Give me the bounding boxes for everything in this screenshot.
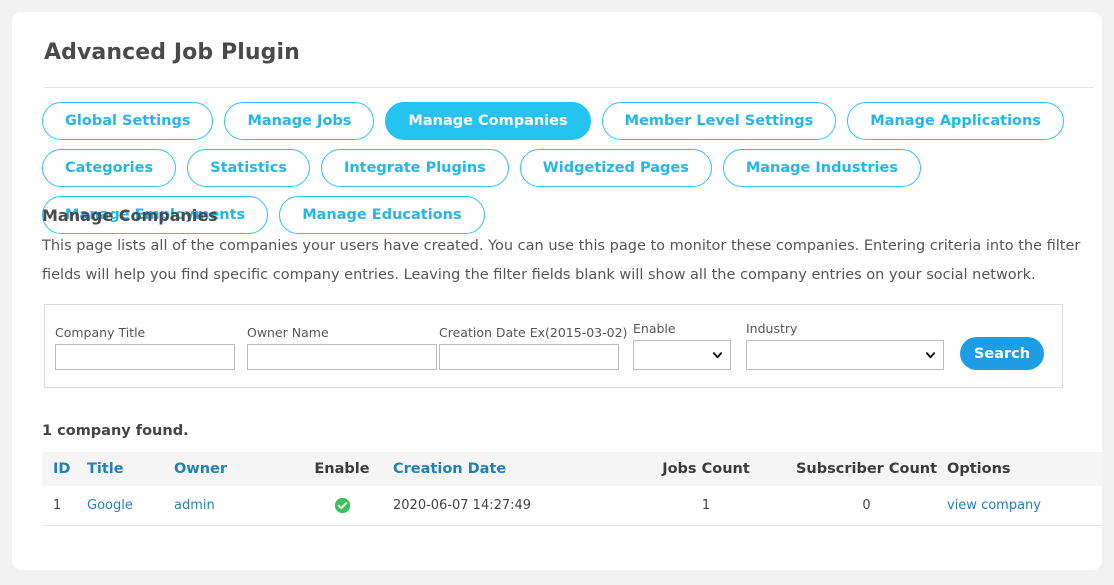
tab-global-settings[interactable]: Global Settings [42,102,214,140]
owner-link[interactable]: admin [174,498,215,513]
subscriber-count-value: 0 [862,498,871,513]
tab-widgetized-pages[interactable]: Widgetized Pages [519,149,712,187]
field-owner-name: Owner Name [247,325,437,370]
field-industry: Industry [746,321,944,370]
page-title: Advanced Job Plugin [44,40,300,65]
companies-table: ID Title Owner Enable Creation Date Jobs Coun… [42,452,1102,526]
search-button[interactable]: Search [960,337,1044,370]
cell-creation-date: 2020-06-07 14:27:49 [393,486,626,526]
results-count: 1 company found. [42,423,189,439]
company-title-link[interactable]: Google [87,498,133,513]
creation-date-input[interactable] [439,344,619,370]
creation-date-value: 2020-06-07 14:27:49 [393,498,532,513]
tab-statistics[interactable]: Statistics [187,149,310,187]
tab-member-level-settings[interactable]: Member Level Settings [601,102,837,140]
tab-categories[interactable]: Categories [42,149,177,187]
filter-panel: Company Title Owner Name Creation Date E… [44,304,1063,388]
enable-label: Enable [633,321,676,336]
industry-label: Industry [746,321,798,336]
table-row: 1 Google admin 2020-06-07 14:27:49 1 0 view co… [42,486,1102,526]
owner-name-input[interactable] [247,344,437,370]
plugin-card: Advanced Job Plugin Global Settings Manag… [12,12,1102,570]
field-creation-date: Creation Date Ex(2015-03-02) [439,325,627,370]
tab-manage-companies[interactable]: Manage Companies [385,102,591,140]
tab-manage-educations[interactable]: Manage Educations [279,196,485,234]
jobs-count-value: 1 [701,498,711,513]
field-enable: Enable [633,321,731,370]
column-header-id[interactable]: ID [42,452,87,486]
column-header-subscriber-count: Subscriber Count [795,461,938,477]
column-header-enable: Enable [314,461,370,477]
enabled-check-icon [334,497,350,514]
tab-manage-jobs[interactable]: Manage Jobs [224,102,375,140]
column-header-jobs-count: Jobs Count [662,461,750,477]
cell-owner[interactable]: admin [174,486,291,526]
creation-date-label: Creation Date Ex(2015-03-02) [439,325,628,340]
tab-manage-industries[interactable]: Manage Industries [722,149,921,187]
industry-select-wrap [746,340,944,370]
company-title-input[interactable] [55,344,235,370]
enable-select-wrap [633,340,731,370]
id-value: 1 [53,498,62,513]
title-divider [44,87,1094,88]
tab-manage-applications[interactable]: Manage Applications [847,102,1064,140]
table-header-row: ID Title Owner Enable Creation Date Jobs Coun… [42,452,1102,486]
section-description: This page lists all of the companies you… [42,238,1081,283]
table-body: 1 Google admin 2020-06-07 14:27:49 1 0 view co… [42,486,1102,526]
column-header-title[interactable]: Title [87,452,174,486]
column-header-options: Options [947,461,1011,477]
cell-subscriber-count: 0 [786,486,947,526]
field-company-title: Company Title [55,325,235,370]
cell-enable [291,486,393,526]
industry-select[interactable] [746,340,944,370]
section-heading: Manage Companies [42,206,218,225]
cell-id: 1 [42,486,87,526]
cell-jobs-count: 1 [626,486,786,526]
owner-name-label: Owner Name [247,325,329,340]
enable-select[interactable] [633,340,731,370]
column-header-creation-date[interactable]: Creation Date [393,452,626,486]
company-title-label: Company Title [55,325,146,340]
column-header-owner[interactable]: Owner [174,452,291,486]
cell-options[interactable]: view company [947,486,1102,526]
cell-title[interactable]: Google [87,486,174,526]
view-company-link[interactable]: view company [947,498,1041,513]
tab-integrate-plugins[interactable]: Integrate Plugins [320,149,509,187]
table-header: ID Title Owner Enable Creation Date Jobs Coun… [42,452,1102,486]
